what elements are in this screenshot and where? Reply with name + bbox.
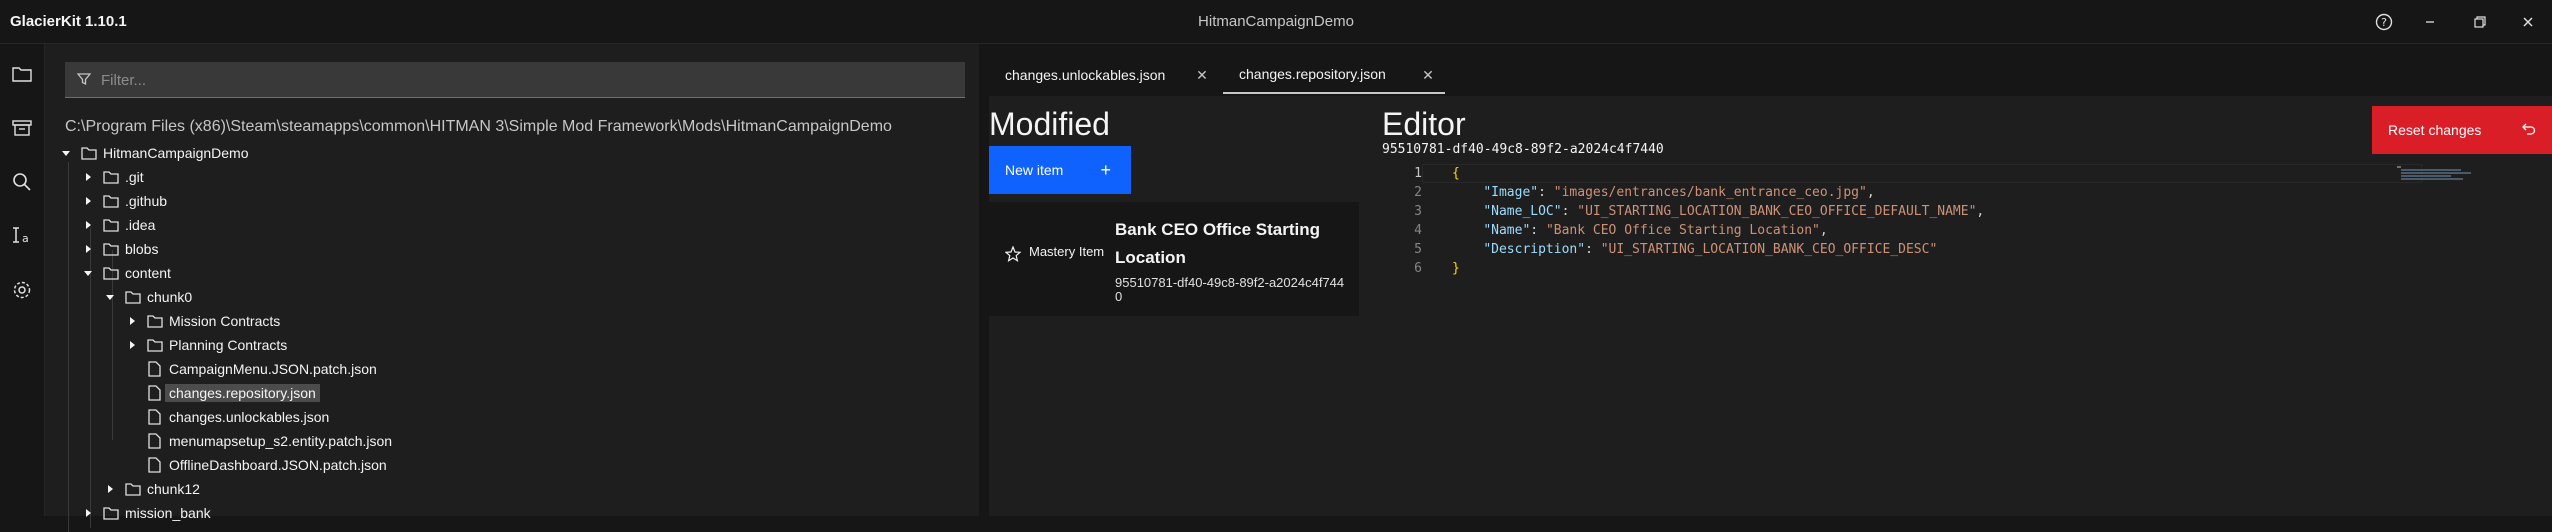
file-icon xyxy=(147,433,163,449)
chevron-right-icon[interactable] xyxy=(103,482,117,496)
code-line: "Image": "images/entrances/bank_entrance… xyxy=(1483,185,1875,200)
text-style-icon[interactable]: a xyxy=(6,220,38,252)
file-icon xyxy=(147,385,163,401)
file-explorer: C:\Program Files (x86)\Steam\steamapps\c… xyxy=(45,44,979,532)
chevron-down-icon[interactable] xyxy=(81,266,95,280)
chevron-right-icon[interactable] xyxy=(81,218,95,232)
close-icon[interactable] xyxy=(2512,8,2544,36)
panel-divider[interactable] xyxy=(979,44,989,516)
reset-changes-button[interactable]: Reset changes xyxy=(2372,106,2552,154)
star-icon xyxy=(1004,245,1022,267)
code-line: { xyxy=(1452,166,1460,181)
chevron-right-icon[interactable] xyxy=(81,170,95,184)
tree-item-offlinedashboard-patch[interactable]: OfflineDashboard.JSON.patch.json xyxy=(139,454,387,476)
tree-item-menumapsetup-patch[interactable]: menumapsetup_s2.entity.patch.json xyxy=(139,430,392,452)
file-icon xyxy=(147,409,163,425)
code-line: "Name_LOC": "UI_STARTING_LOCATION_BANK_C… xyxy=(1483,204,1985,219)
line-number: 3 xyxy=(1414,204,1422,219)
minimize-icon[interactable] xyxy=(2414,8,2446,36)
item-name: Bank CEO Office Starting Location xyxy=(1115,220,1320,267)
folder-icon xyxy=(103,241,119,257)
undo-icon xyxy=(2520,121,2536,140)
svg-text:?: ? xyxy=(2381,16,2387,29)
folder-icon[interactable] xyxy=(6,58,38,90)
window-title: HitmanCampaignDemo xyxy=(1198,13,1354,30)
tree-item-campaignmenu-patch[interactable]: CampaignMenu.JSON.patch.json xyxy=(139,358,377,380)
item-id: 95510781-df40-49c8-89f2-a2024c4f7440 xyxy=(1115,275,1345,304)
activity-rail: a xyxy=(0,44,45,516)
folder-icon xyxy=(147,313,163,329)
line-number: 6 xyxy=(1414,261,1422,276)
filter-icon xyxy=(76,72,92,91)
json-code-editor[interactable]: 1 2 3 4 5 6 { "Image": "images/entrances… xyxy=(1382,164,2552,516)
tree-item-github[interactable]: .github xyxy=(81,190,167,212)
filter-input[interactable] xyxy=(99,62,953,98)
tree-item-changes-repository[interactable]: changes.repository.json xyxy=(139,382,320,404)
tree-item-chunk12[interactable]: chunk12 xyxy=(103,478,200,500)
tree-item-content[interactable]: content xyxy=(81,262,171,284)
search-icon[interactable] xyxy=(6,166,38,198)
tree-item-idea[interactable]: .idea xyxy=(81,214,155,236)
title-bar: GlacierKit 1.10.1 HitmanCampaignDemo ? xyxy=(0,0,2552,44)
chevron-right-icon[interactable] xyxy=(81,506,95,520)
editor-heading: Editor xyxy=(1382,106,1466,142)
item-type: Mastery Item xyxy=(1029,244,1105,259)
archive-icon[interactable] xyxy=(6,112,38,144)
tab-changes-repository[interactable]: changes.repository.json ✕ xyxy=(1223,56,1445,94)
tree-item-blobs[interactable]: blobs xyxy=(81,238,158,260)
editor-item-id: 95510781-df40-49c8-89f2-a2024c4f7440 xyxy=(1382,142,1664,157)
folder-icon xyxy=(125,481,141,497)
folder-icon xyxy=(103,217,119,233)
maximize-icon[interactable] xyxy=(2464,8,2496,36)
chevron-right-icon[interactable] xyxy=(81,242,95,256)
line-number: 5 xyxy=(1414,242,1422,257)
close-tab-icon[interactable]: ✕ xyxy=(1193,66,1211,84)
folder-icon xyxy=(147,337,163,353)
tree-item-git[interactable]: .git xyxy=(81,166,144,188)
modified-item-card[interactable]: Mastery Item Bank CEO Office Starting Lo… xyxy=(989,202,1359,316)
code-line: } xyxy=(1452,261,1460,276)
current-line-highlight xyxy=(1422,164,2422,183)
chevron-down-icon[interactable] xyxy=(59,146,73,160)
chevron-right-icon[interactable] xyxy=(81,194,95,208)
tree-item-changes-unlockables[interactable]: changes.unlockables.json xyxy=(139,406,329,428)
project-path: C:\Program Files (x86)\Steam\steamapps\c… xyxy=(65,118,892,135)
folder-icon xyxy=(103,193,119,209)
new-item-button[interactable]: New item + xyxy=(989,146,1131,194)
file-icon xyxy=(147,457,163,473)
line-number: 2 xyxy=(1414,185,1422,200)
folder-icon xyxy=(103,505,119,521)
modified-heading: Modified xyxy=(989,106,1110,142)
plus-icon: + xyxy=(1100,160,1111,180)
tab-changes-unlockables[interactable]: changes.unlockables.json ✕ xyxy=(989,56,1219,94)
filter-box[interactable] xyxy=(65,62,965,98)
chevron-right-icon[interactable] xyxy=(125,314,139,328)
file-icon xyxy=(147,361,163,377)
help-icon[interactable]: ? xyxy=(2368,8,2400,36)
folder-icon xyxy=(81,145,97,161)
close-tab-icon[interactable]: ✕ xyxy=(1419,66,1437,84)
svg-text:a: a xyxy=(22,232,29,245)
folder-icon xyxy=(125,289,141,305)
tree-item-chunk0[interactable]: chunk0 xyxy=(103,286,192,308)
tree-item-mission-bank[interactable]: mission_bank xyxy=(81,502,211,524)
folder-icon xyxy=(103,265,119,281)
chevron-down-icon[interactable] xyxy=(103,290,117,304)
settings-icon[interactable] xyxy=(6,274,38,306)
code-line: "Name": "Bank CEO Office Starting Locati… xyxy=(1483,223,1828,238)
tree-item-planning-contracts[interactable]: Planning Contracts xyxy=(125,334,287,356)
tree-item-hitmancampaigndemo[interactable]: HitmanCampaignDemo xyxy=(59,142,249,164)
repository-editor-view: Modified New item + Mastery Item Bank CE… xyxy=(989,96,2552,516)
code-line: "Description": "UI_STARTING_LOCATION_BAN… xyxy=(1483,242,1938,257)
tree-item-mission-contracts[interactable]: Mission Contracts xyxy=(125,310,280,332)
line-number: 4 xyxy=(1414,223,1422,238)
chevron-right-icon[interactable] xyxy=(125,338,139,352)
code-minimap[interactable] xyxy=(2397,166,2477,182)
line-number: 1 xyxy=(1414,166,1422,181)
folder-icon xyxy=(103,169,119,185)
